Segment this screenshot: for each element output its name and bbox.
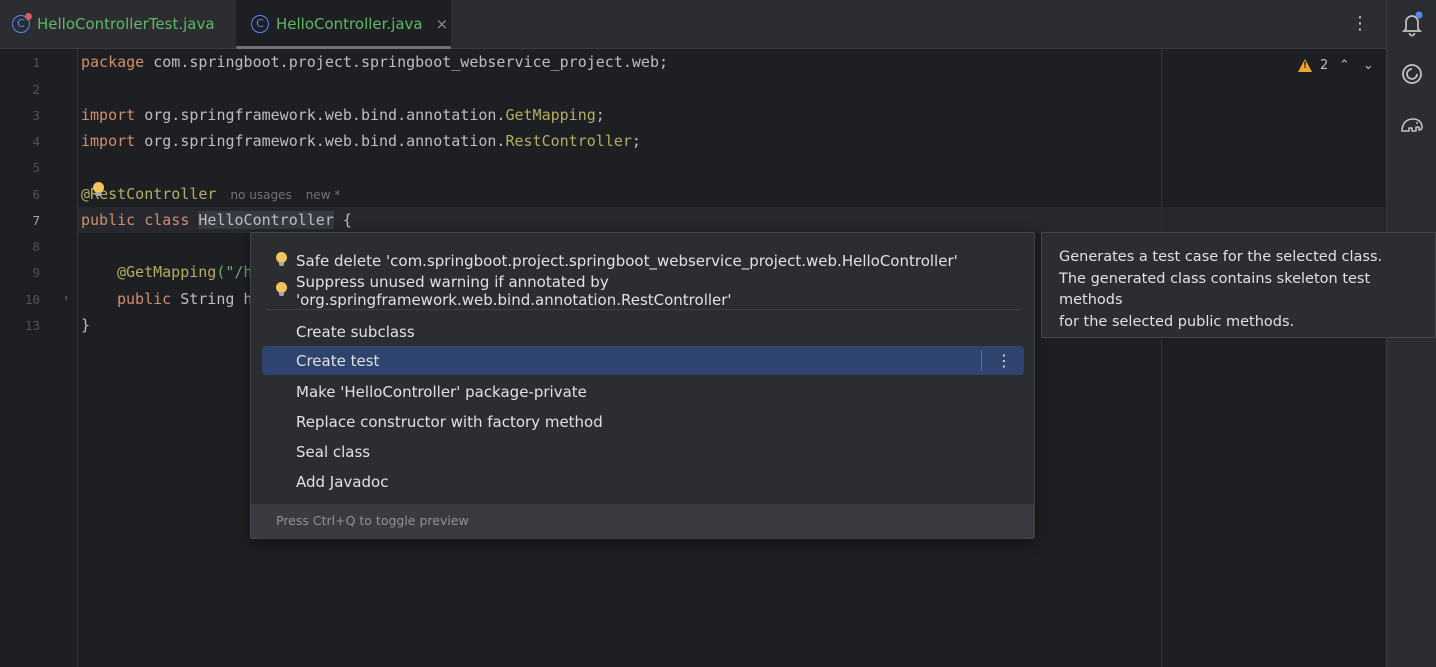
more-options-icon[interactable]: ⋮ (992, 346, 1016, 375)
code-line-6[interactable]: @RestController no usages new * (81, 185, 340, 203)
intention-label: Create subclass (296, 322, 415, 341)
intention-make-package-private[interactable]: Make 'HelloController' package-private (262, 377, 1024, 406)
notifications-icon[interactable] (1398, 10, 1426, 38)
inspection-widget[interactable]: ! 2 ⌃ ⌄ (1298, 58, 1376, 73)
fold-chevron-icon[interactable]: › (64, 291, 68, 304)
intention-suppress-unused[interactable]: Suppress unused warning if annotated by … (262, 273, 1024, 309)
item-separator (981, 350, 982, 371)
author-hint[interactable]: new * (306, 188, 341, 202)
tab-hellocontrollertest[interactable]: C HelloControllerTest.java (0, 0, 236, 48)
line-number: 8 (32, 239, 40, 254)
intention-create-test[interactable]: Create test ⋮ (262, 346, 1024, 375)
code-line-1[interactable]: package com.springboot.project.springboo… (81, 53, 668, 71)
warning-count: 2 (1320, 58, 1329, 73)
intention-label: Replace constructor with factory method (296, 412, 603, 431)
popup-footer-hint: Press Ctrl+Q to toggle preview (251, 504, 1034, 538)
line-number: 2 (32, 82, 40, 97)
preview-line: The generated class contains skeleton te… (1059, 270, 1371, 309)
current-line-number: 7 (32, 213, 40, 228)
java-class-icon: C (251, 15, 269, 33)
close-tab-icon[interactable]: × (436, 16, 449, 32)
intention-label: Create test (296, 351, 380, 370)
intention-add-javadoc[interactable]: Add Javadoc (262, 467, 1024, 496)
intention-replace-constructor[interactable]: Replace constructor with factory method (262, 407, 1024, 436)
intention-actions-popup: Safe delete 'com.springboot.project.spri… (250, 232, 1035, 539)
line-number: 3 (32, 108, 40, 123)
intention-preview-tooltip: Generates a test case for the selected c… (1041, 232, 1436, 338)
intention-safe-delete[interactable]: Safe delete 'com.springboot.project.spri… (262, 246, 1024, 275)
right-margin-guide (1161, 49, 1162, 667)
tab-hellocontroller[interactable]: C HelloController.java × (236, 0, 451, 49)
warning-icon: ! (1298, 59, 1312, 72)
line-number: 9 (32, 265, 40, 280)
intention-seal-class[interactable]: Seal class (262, 437, 1024, 466)
code-line-9[interactable]: @GetMapping("/h (117, 263, 252, 281)
previous-highlight-icon[interactable]: ⌃ (1336, 58, 1352, 73)
preview-line: Generates a test case for the selected c… (1059, 249, 1383, 265)
next-highlight-icon[interactable]: ⌄ (1360, 58, 1376, 73)
intention-label: Safe delete 'com.springboot.project.spri… (296, 251, 958, 270)
line-number: 1 (32, 55, 40, 70)
usages-hint[interactable]: no usages (230, 188, 291, 202)
line-number: 10 (24, 292, 40, 307)
intention-label: Suppress unused warning if annotated by … (296, 272, 732, 309)
ai-assistant-icon[interactable] (1398, 60, 1426, 88)
code-line-10[interactable]: public String h (117, 290, 252, 308)
line-gutter: 1 2 3 4 5 6 7 8 9 10 13 › (0, 49, 78, 667)
line-number: 6 (32, 187, 40, 202)
tab-actions-menu-icon[interactable]: ⋮ (1348, 12, 1372, 36)
tab-label: HelloController.java (276, 15, 423, 33)
code-line-13[interactable]: } (81, 316, 90, 334)
quickfix-bulb-icon (276, 282, 287, 296)
preview-line: for the selected public methods. (1059, 313, 1295, 330)
database-elephant-icon[interactable] (1398, 110, 1426, 138)
editor-tab-bar: C HelloControllerTest.java C HelloContro… (0, 0, 1386, 49)
intention-create-subclass[interactable]: Create subclass (262, 317, 1024, 346)
popup-separator (266, 309, 1020, 310)
tab-label: HelloControllerTest.java (37, 15, 215, 33)
intention-label: Seal class (296, 442, 371, 461)
quickfix-bulb-icon (276, 252, 287, 266)
java-class-error-icon: C (12, 13, 32, 33)
line-number: 13 (24, 318, 40, 333)
intention-label: Make 'HelloController' package-private (296, 382, 587, 401)
code-line-4[interactable]: import org.springframework.web.bind.anno… (81, 132, 641, 150)
code-line-7[interactable]: public class HelloController { (81, 211, 352, 229)
code-line-3[interactable]: import org.springframework.web.bind.anno… (81, 106, 605, 124)
line-number: 5 (32, 160, 40, 175)
line-number: 4 (32, 134, 40, 149)
intention-bulb-icon[interactable] (93, 182, 104, 196)
intention-label: Add Javadoc (296, 472, 389, 491)
active-tab-indicator (236, 46, 451, 49)
